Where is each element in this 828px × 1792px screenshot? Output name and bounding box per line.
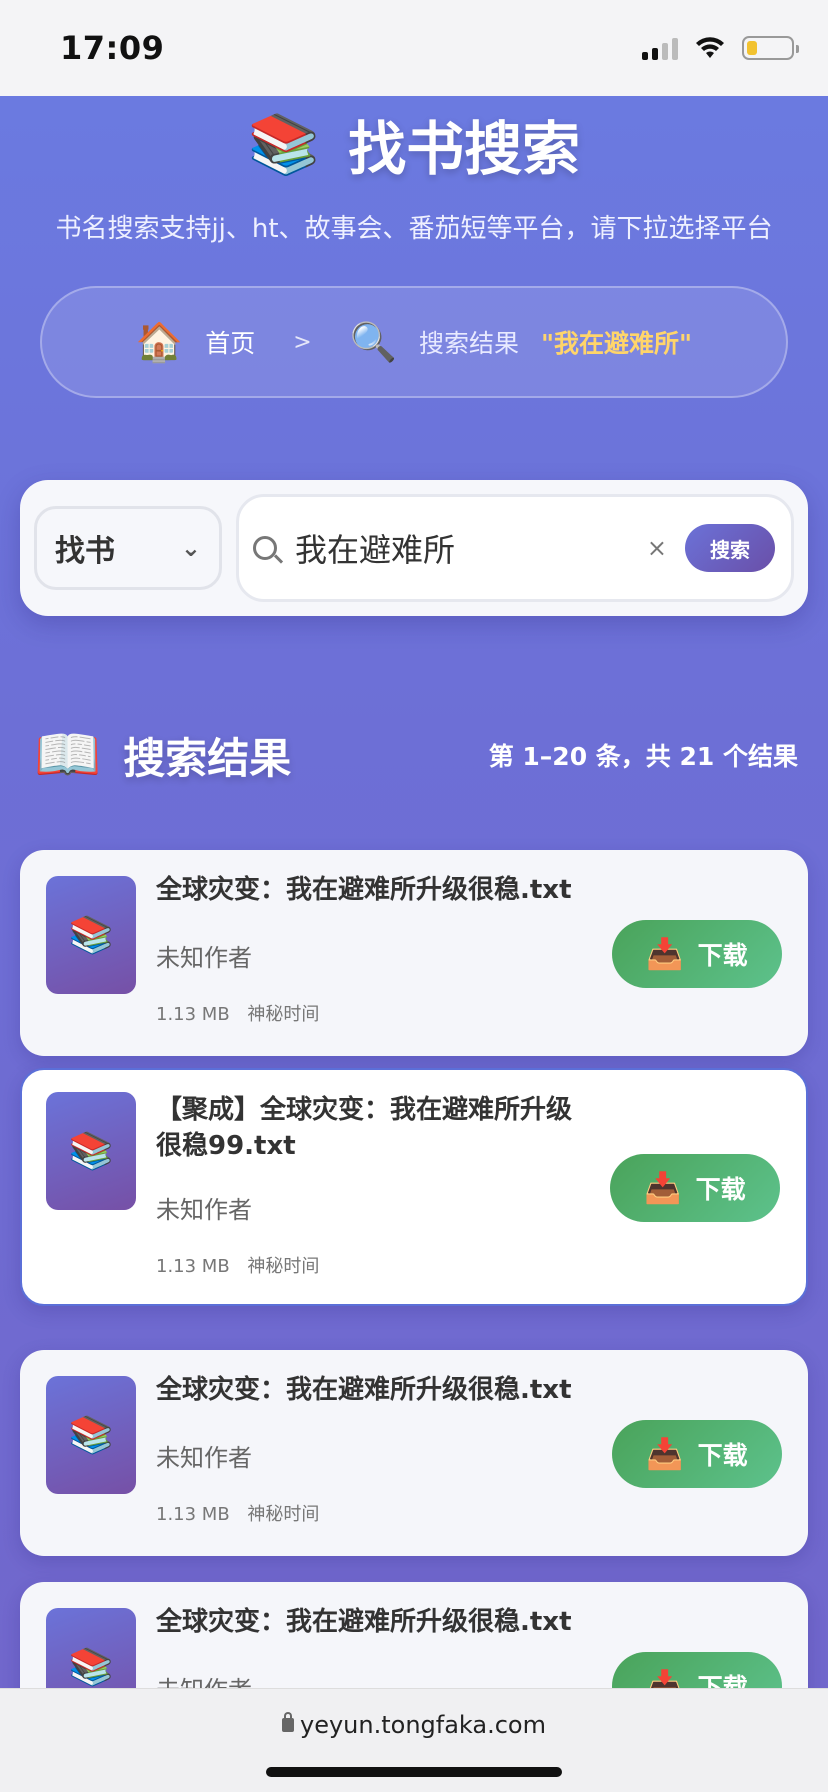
download-label: 下载 — [697, 941, 748, 970]
result-item[interactable]: 📚 全球灾变：我在避难所升级很稳.txt 未知作者 1.13 MB 神秘时间 📥… — [20, 1350, 808, 1556]
download-label: 下载 — [697, 1441, 748, 1470]
result-time: 神秘时间 — [247, 1256, 320, 1277]
result-item[interactable]: 📚 全球灾变：我在避难所升级很稳.txt 未知作者 📥 下载 — [20, 1582, 808, 1688]
result-title[interactable]: 全球灾变：我在避难所升级很稳.txt — [156, 872, 596, 908]
home-indicator[interactable] — [266, 1767, 562, 1777]
breadcrumb: 🏠 首页 > 🔍 搜索结果 "我在避难所" — [40, 286, 788, 398]
magnifier-icon: 🔍 — [349, 319, 398, 364]
search-type-select[interactable]: 找书 ⌄ — [34, 506, 222, 590]
page-title: 找书搜索 — [348, 115, 581, 183]
search-panel: 找书 ⌄ 我在避难所 × 搜索 — [20, 480, 808, 616]
result-size: 1.13 MB — [156, 1256, 230, 1277]
status-icons — [642, 36, 799, 60]
search-input-value[interactable]: 我在避难所 — [295, 525, 647, 571]
url-text[interactable]: yeyun.tongfaka.com — [300, 1711, 546, 1739]
results-header: 📖 搜索结果 第 1–20 条，共 21 个结果 — [34, 720, 798, 790]
download-button[interactable]: 📥 下载 — [610, 1154, 780, 1222]
book-cover-icon: 📚 — [46, 1092, 136, 1210]
book-cover-icon: 📚 — [46, 1376, 136, 1494]
page-header: 📚 找书搜索 — [0, 102, 828, 186]
book-cover-icon: 📚 — [46, 876, 136, 994]
lock-icon — [282, 1712, 294, 1732]
search-input[interactable]: 我在避难所 × 搜索 — [236, 494, 794, 602]
books-icon: 📚 — [247, 110, 321, 178]
search-icon — [253, 536, 277, 560]
result-title[interactable]: 全球灾变：我在避难所升级很稳.txt — [156, 1604, 596, 1640]
result-author: 未知作者 — [156, 1444, 252, 1472]
result-size: 1.13 MB — [156, 1004, 230, 1025]
page-subtitle: 书名搜索支持jj、ht、故事会、番茄短等平台，请下拉选择平台 — [55, 214, 773, 244]
result-author: 未知作者 — [156, 1196, 252, 1224]
result-size: 1.13 MB — [156, 1504, 230, 1525]
open-book-icon: 📖 — [34, 723, 102, 786]
inbox-tray-icon: 📥 — [644, 1170, 682, 1206]
result-item[interactable]: 📚 全球灾变：我在避难所升级很稳.txt 未知作者 1.13 MB 神秘时间 📥… — [20, 850, 808, 1056]
inbox-tray-icon: 📥 — [646, 1668, 684, 1689]
status-bar: 17:09 — [0, 0, 828, 96]
result-title[interactable]: 【聚成】全球灾变：我在避难所升级很稳99.txt — [156, 1092, 586, 1164]
download-button[interactable]: 📥 下载 — [612, 1420, 782, 1488]
result-meta: 1.13 MB 神秘时间 — [156, 1000, 319, 1026]
result-author: 未知作者 — [156, 944, 252, 972]
chevron-down-icon: ⌄ — [180, 534, 201, 562]
search-type-value: 找书 — [55, 534, 115, 569]
result-item[interactable]: 📚 【聚成】全球灾变：我在避难所升级很稳99.txt 未知作者 1.13 MB … — [20, 1068, 808, 1306]
download-label: 下载 — [697, 1673, 748, 1688]
book-cover-icon: 📚 — [46, 1608, 136, 1688]
address-bar[interactable]: yeyun.tongfaka.com — [0, 1711, 828, 1739]
battery-icon — [742, 36, 799, 60]
result-meta: 1.13 MB 神秘时间 — [156, 1252, 319, 1278]
inbox-tray-icon: 📥 — [646, 936, 684, 972]
wifi-icon — [696, 37, 724, 58]
result-author: 未知作者 — [156, 1670, 252, 1688]
breadcrumb-separator: > — [293, 329, 312, 355]
status-time: 17:09 — [60, 29, 165, 67]
breadcrumb-current: 搜索结果 — [419, 329, 520, 358]
download-button[interactable]: 📥 下载 — [612, 920, 782, 988]
search-button[interactable]: 搜索 — [685, 524, 775, 572]
result-time: 神秘时间 — [247, 1004, 320, 1025]
results-title: 搜索结果 — [123, 733, 292, 783]
inbox-tray-icon: 📥 — [646, 1436, 684, 1472]
breadcrumb-home-link[interactable]: 首页 — [205, 324, 255, 360]
download-label: 下载 — [695, 1175, 746, 1204]
breadcrumb-query: "我在避难所" — [541, 329, 693, 358]
cellular-signal-icon — [642, 36, 678, 60]
result-meta: 1.13 MB 神秘时间 — [156, 1500, 319, 1526]
result-time: 神秘时间 — [247, 1504, 320, 1525]
clear-button[interactable]: × — [647, 534, 667, 562]
browser-bottom-bar: yeyun.tongfaka.com — [0, 1688, 828, 1792]
download-button[interactable]: 📥 下载 — [612, 1652, 782, 1688]
results-count: 第 1–20 条，共 21 个结果 — [488, 742, 798, 771]
page-content: 📚 找书搜索 书名搜索支持jj、ht、故事会、番茄短等平台，请下拉选择平台 🏠 … — [0, 96, 828, 1688]
result-title[interactable]: 全球灾变：我在避难所升级很稳.txt — [156, 1372, 596, 1408]
home-icon[interactable]: 🏠 — [136, 320, 183, 365]
